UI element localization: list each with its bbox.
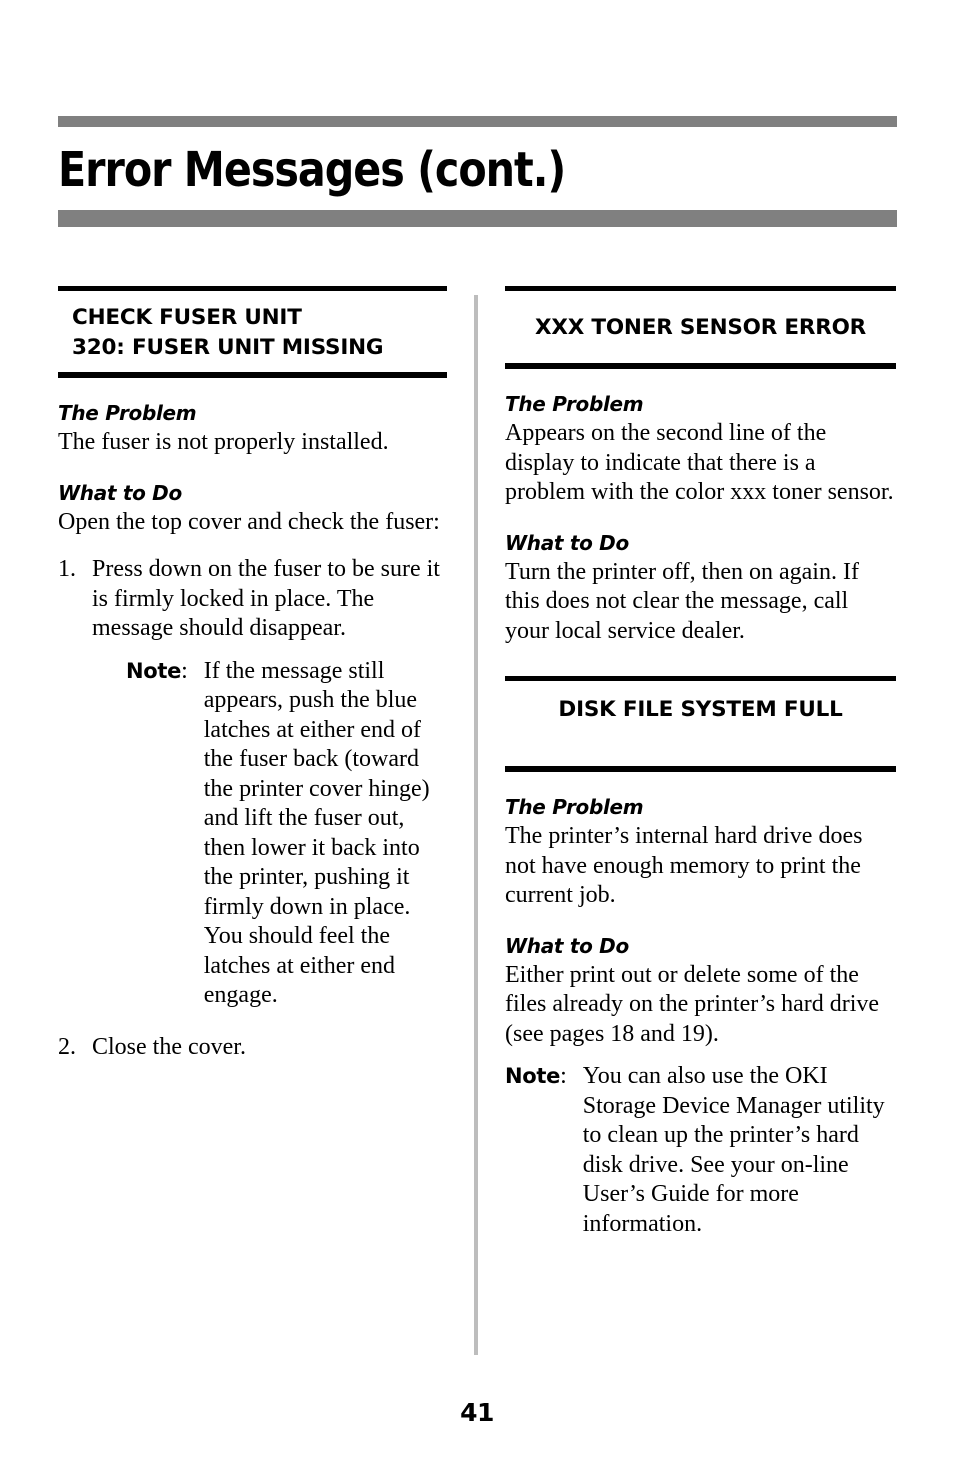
problem-text: Appears on the second line of the displa… <box>505 420 894 505</box>
section-heading-line-2: 320: FUSER UNIT MISSING <box>72 335 384 360</box>
section-toner-sensor-error: XXX TONER SENSOR ERROR The Problem Appea… <box>505 286 896 646</box>
note-label-word: Note <box>126 658 182 683</box>
section-disk-file-system-full: DISK FILE SYSTEM FULL The Problem The pr… <box>505 676 896 1239</box>
section-heading-toner-sensor-error: XXX TONER SENSOR ERROR <box>534 315 867 340</box>
section-heading-disk-file-system-full: DISK FILE SYSTEM FULL <box>558 697 843 722</box>
section-check-fuser-unit: CHECK FUSER UNIT 320: FUSER UNIT MISSING… <box>58 286 447 1062</box>
note-label-word: Note <box>505 1064 561 1088</box>
note-block-disk: Note: You can also use the OKI Storage D… <box>505 1062 896 1239</box>
step-number: 1. <box>58 556 76 582</box>
step-text: Press down on the fuser to be sure it is… <box>92 556 440 641</box>
whattodo-label: What to Do <box>58 480 182 505</box>
problem-label: The Problem <box>58 401 197 425</box>
page-title: Error Messages (cont.) <box>58 142 566 198</box>
section-heading-line-1: CHECK FUSER UNIT <box>72 305 302 330</box>
whattodo-text: Open the top cover and check the fuser: <box>58 508 440 535</box>
problem-label: The Problem <box>505 392 644 416</box>
page-canvas: Error Messages (cont.) CHECK FUSER UNIT … <box>0 0 954 1475</box>
note-label: Note: <box>126 657 204 687</box>
note-block-fuser: Note: If the message still appears, push… <box>126 657 447 1011</box>
right-column: XXX TONER SENSOR ERROR The Problem Appea… <box>505 286 896 1239</box>
step-text: Close the cover. <box>92 1033 246 1060</box>
problem-text: The fuser is not properly installed. <box>58 429 389 455</box>
list-item: 2. Close the cover. <box>58 1033 447 1063</box>
whattodo-text: Turn the printer off, then on again. If … <box>505 558 859 644</box>
list-item: 1. Press down on the fuser to be sure it… <box>58 555 447 1033</box>
problem-text: The printer’s internal hard drive does n… <box>505 823 863 908</box>
column-divider <box>474 295 478 1355</box>
masthead: Error Messages (cont.) <box>58 116 897 227</box>
whattodo-label: What to Do <box>505 933 629 958</box>
whattodo-label: What to Do <box>505 530 629 555</box>
left-column: CHECK FUSER UNIT 320: FUSER UNIT MISSING… <box>58 286 447 1062</box>
note-label: Note: <box>505 1062 583 1092</box>
page-number: 41 <box>460 1398 494 1427</box>
step-number: 2. <box>58 1033 76 1060</box>
whattodo-text: Either print out or delete some of the f… <box>505 961 880 1047</box>
note-label-colon: : <box>181 657 188 684</box>
masthead-top-bar <box>58 116 897 127</box>
steps-list: 1. Press down on the fuser to be sure it… <box>58 555 447 1062</box>
problem-label: The Problem <box>505 795 644 819</box>
note-text: You can also use the OKI Storage Device … <box>582 1063 885 1237</box>
masthead-bottom-bar <box>58 210 897 227</box>
note-text: If the message still appears, push the b… <box>203 657 430 1009</box>
note-label-colon: : <box>560 1063 567 1089</box>
section-heading-check-fuser-unit: CHECK FUSER UNIT 320: FUSER UNIT MISSING <box>58 291 447 372</box>
